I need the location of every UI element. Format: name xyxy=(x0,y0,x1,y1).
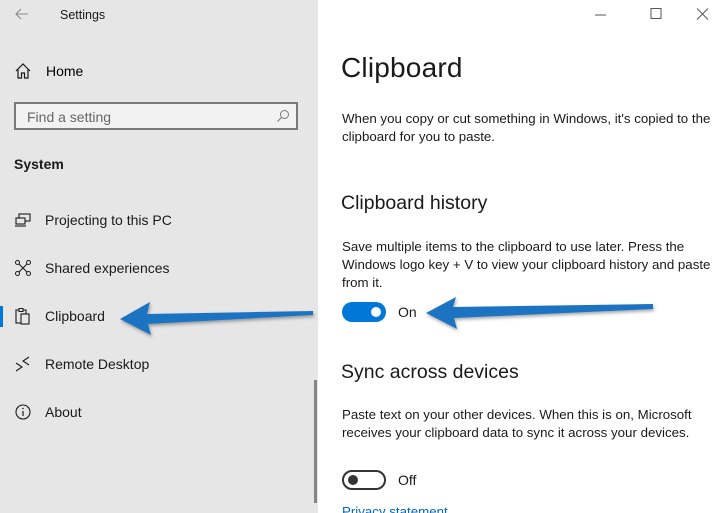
sync-description: Paste text on your other devices. When t… xyxy=(342,407,692,440)
clipboard-icon xyxy=(15,308,30,325)
search-icon[interactable] xyxy=(276,109,290,123)
app-title: Settings xyxy=(60,8,106,22)
sync-toggle-state: Off xyxy=(398,472,417,488)
sidebar-item-about[interactable]: About xyxy=(0,392,318,432)
sidebar-item-label: Clipboard xyxy=(45,308,105,324)
minimize-button[interactable] xyxy=(589,4,611,24)
info-icon xyxy=(15,404,31,420)
projector-icon xyxy=(15,213,31,227)
section-heading-sync: Sync across devices xyxy=(341,361,519,383)
active-indicator xyxy=(0,306,3,327)
sidebar-scrollbar[interactable] xyxy=(314,380,317,503)
page-title: Clipboard xyxy=(341,52,463,83)
sidebar-item-label: Remote Desktop xyxy=(45,356,150,372)
sidebar-item-projecting[interactable]: Projecting to this PC xyxy=(0,200,318,240)
search-box[interactable] xyxy=(14,102,298,130)
back-button[interactable] xyxy=(14,6,30,22)
sidebar-item-clipboard[interactable]: Clipboard xyxy=(0,296,318,336)
privacy-statement-link[interactable]: Privacy statement xyxy=(342,504,448,513)
sidebar-item-shared-experiences[interactable]: Shared experiences xyxy=(0,248,318,288)
remote-desktop-icon xyxy=(15,356,30,372)
sidebar-home[interactable]: Home xyxy=(14,60,83,82)
maximize-button[interactable] xyxy=(645,4,667,24)
clipboard-history-description: Save multiple items to the clipboard to … xyxy=(342,239,711,290)
toggle-knob xyxy=(371,307,381,317)
clipboard-history-toggle-state: On xyxy=(398,304,417,320)
toggle-knob xyxy=(348,475,358,485)
section-label-system: System xyxy=(14,156,64,172)
section-heading-clipboard-history: Clipboard history xyxy=(341,192,488,214)
main-content: Clipboard When you copy or cut something… xyxy=(318,0,721,513)
sync-toggle[interactable] xyxy=(342,470,386,490)
close-button[interactable] xyxy=(691,4,713,24)
home-label: Home xyxy=(46,63,84,79)
sidebar-item-label: Projecting to this PC xyxy=(45,212,172,228)
sidebar-item-remote-desktop[interactable]: Remote Desktop xyxy=(0,344,318,384)
shared-experiences-icon xyxy=(15,260,31,276)
sidebar-item-label: Shared experiences xyxy=(45,260,170,276)
clipboard-history-toggle[interactable] xyxy=(342,302,386,322)
intro-text: When you copy or cut something in Window… xyxy=(342,111,711,144)
search-input[interactable] xyxy=(25,107,269,127)
back-arrow-icon xyxy=(15,8,28,20)
sidebar: Settings Home System Projecting to this … xyxy=(0,0,318,513)
sidebar-item-label: About xyxy=(45,404,82,420)
home-icon xyxy=(15,63,31,79)
